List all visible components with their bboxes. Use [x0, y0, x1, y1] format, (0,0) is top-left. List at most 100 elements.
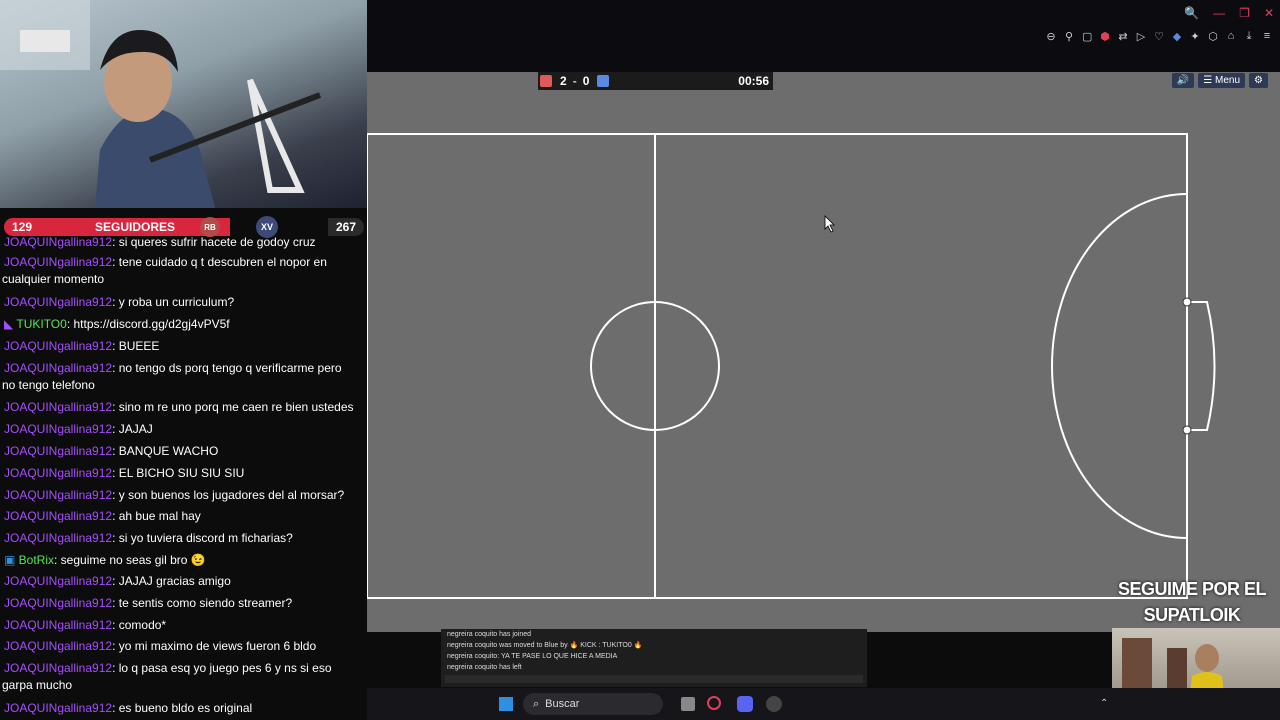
chat-message: JOAQUINgallina912: yo mi maximo de views…: [4, 638, 364, 655]
chat-username[interactable]: JOAQUINgallina912: [4, 444, 112, 458]
chat-text-continued: cualquier momento: [2, 272, 105, 286]
chat-text-continued: garpa mucho: [2, 678, 73, 692]
puzzle-icon[interactable]: ✦: [1190, 30, 1200, 43]
chat-message: JOAQUINgallina912: tene cuidado q t desc…: [2, 254, 364, 288]
zoom-out-icon[interactable]: ⊖: [1046, 30, 1056, 43]
chat-message: JOAQUINgallina912: JAJAJ gracias amigo: [4, 573, 364, 590]
tray-chevron-icon[interactable]: ⌃: [1100, 698, 1108, 709]
chat-message: JOAQUINgallina912: y roba un curriculum?: [4, 294, 364, 311]
chat-username[interactable]: JOAQUINgallina912: [4, 701, 112, 715]
chat-message: JOAQUINgallina912: sino m re uno porq me…: [4, 399, 364, 416]
more-icon[interactable]: ≡: [1262, 30, 1272, 43]
chat-username[interactable]: JOAQUINgallina912: [4, 339, 112, 353]
sound-button[interactable]: 🔊: [1171, 73, 1195, 88]
discord-icon: ◣: [4, 317, 17, 331]
chat-username[interactable]: JOAQUINgallina912: [4, 596, 112, 610]
box-icon[interactable]: ▢: [1082, 30, 1092, 43]
chat-message: JOAQUINgallina912: EL BICHO SIU SIU SIU: [4, 465, 364, 482]
match-timer: 00:56: [738, 74, 769, 88]
bot-icon: ▣: [4, 553, 19, 567]
chat-username[interactable]: BotRix: [19, 553, 54, 567]
chat-text: : tene cuidado q t descubren el nopor en: [112, 255, 327, 269]
menu-button[interactable]: ☰ Menu: [1198, 73, 1246, 88]
chat-username[interactable]: TUKITO0: [16, 317, 66, 331]
close-icon[interactable]: ✕: [1264, 6, 1274, 20]
right-goal: [1187, 301, 1216, 431]
chat-text: : comodo*: [112, 618, 167, 632]
discord-app-icon[interactable]: [737, 696, 753, 712]
settings-button[interactable]: ⚙: [1249, 73, 1268, 88]
streamer-webcam: [0, 0, 367, 208]
opera-icon[interactable]: [707, 696, 721, 710]
chat-text: : y son buenos los jugadores del al mors…: [112, 488, 345, 502]
chat-username[interactable]: JOAQUINgallina912: [4, 509, 112, 523]
minimize-icon[interactable]: —: [1213, 6, 1225, 20]
game-menu-bar: 🔊 ☰ Menu ⚙: [1171, 73, 1268, 88]
chat-username[interactable]: JOAQUINgallina912: [4, 255, 112, 269]
field-boundary: [367, 133, 1188, 599]
task-view-icon[interactable]: [681, 697, 695, 711]
soccer-field: [367, 133, 1216, 599]
play-icon[interactable]: ▷: [1136, 30, 1146, 43]
chat-username[interactable]: JOAQUINgallina912: [4, 618, 112, 632]
chat-username[interactable]: JOAQUINgallina912: [4, 422, 112, 436]
chat-input[interactable]: [445, 675, 863, 683]
chat-text: : EL BICHO SIU SIU SIU: [112, 466, 245, 480]
webcam-scene: [0, 0, 322, 208]
chat-username[interactable]: JOAQUINgallina912: [4, 488, 112, 502]
download-icon[interactable]: ⤓: [1244, 30, 1254, 43]
chat-username[interactable]: JOAQUINgallina912: [4, 400, 112, 414]
steam-icon[interactable]: [766, 696, 782, 712]
chat-text: : https://discord.gg/d2gj4vPV5f: [66, 317, 230, 331]
pin-icon[interactable]: ⚲: [1064, 30, 1074, 43]
red-score: 2: [560, 74, 567, 88]
chat-text: : no tengo ds porq tengo q verificarme p…: [112, 361, 342, 375]
chat-message: JOAQUINgallina912: BUEEE: [4, 338, 364, 355]
browser-top-bar: 🔍 — ❐ ✕ ⊖ ⚲ ▢ ⬢ ⇄ ▷ ♡ ◆ ✦ ⬡ ⌂ ⤓ ≡: [367, 0, 1280, 72]
restore-icon[interactable]: ❐: [1239, 6, 1250, 20]
chat-username[interactable]: JOAQUINgallina912: [4, 531, 112, 545]
share-icon[interactable]: ⬡: [1208, 30, 1218, 43]
chat-message: JOAQUINgallina912: ah bue mal hay: [4, 508, 364, 525]
chat-text: : si queres sufrir hacete de godoy cruz: [112, 235, 316, 249]
heart-icon[interactable]: ♡: [1154, 30, 1164, 43]
browser-toolbar: ⊖ ⚲ ▢ ⬢ ⇄ ▷ ♡ ◆ ✦ ⬡ ⌂ ⤓ ≡: [1046, 30, 1272, 43]
stream-chat: JOAQUINgallina912: si queres sufrir hace…: [0, 232, 367, 720]
chat-message: JOAQUINgallina912: no tengo ds porq teng…: [2, 360, 364, 394]
search-icon[interactable]: 🔍: [1184, 6, 1199, 20]
chat-text: : BUEEE: [112, 339, 160, 353]
profile-icon[interactable]: ⌂: [1226, 30, 1236, 43]
chat-text: : JAJAJ: [112, 422, 153, 436]
windows-start-icon[interactable]: [499, 697, 513, 711]
red-team-square: [540, 75, 552, 87]
chat-text: : sino m re uno porq me caen re bien ust…: [112, 400, 354, 414]
chat-message: JOAQUINgallina912: lo q pasa esq yo jueg…: [2, 660, 364, 694]
goal-post-top: [1182, 297, 1192, 307]
extension-icon[interactable]: ◆: [1172, 30, 1182, 43]
chat-message: JOAQUINgallina912: comodo*: [4, 617, 364, 634]
chat-username[interactable]: JOAQUINgallina912: [4, 574, 112, 588]
blue-score: 0: [582, 74, 590, 88]
chat-message: JOAQUINgallina912: si queres sufrir hace…: [4, 234, 364, 251]
chat-username[interactable]: JOAQUINgallina912: [4, 466, 112, 480]
search-box[interactable]: ⌕ Buscar: [523, 693, 663, 715]
chat-text: : es bueno bldo es original: [112, 701, 253, 715]
chat-text: : te sentis como siendo streamer?: [112, 596, 293, 610]
chat-username[interactable]: JOAQUINgallina912: [4, 235, 112, 249]
chat-message: JOAQUINgallina912: JAJAJ: [4, 421, 364, 438]
chat-username[interactable]: JOAQUINgallina912: [4, 639, 112, 653]
chat-username[interactable]: JOAQUINgallina912: [4, 661, 112, 675]
chat-username[interactable]: JOAQUINgallina912: [4, 361, 112, 375]
chat-message: JOAQUINgallina912: si yo tuviera discord…: [4, 530, 364, 547]
shield-icon[interactable]: ⬢: [1100, 30, 1110, 43]
chat-text: : BANQUE WACHO: [112, 444, 219, 458]
chat-text: : lo q pasa esq yo juego pes 6 y ns si e…: [112, 661, 332, 675]
chat-message: JOAQUINgallina912: y son buenos los juga…: [4, 487, 364, 504]
search-label: Buscar: [545, 698, 580, 710]
chat-username[interactable]: JOAQUINgallina912: [4, 295, 112, 309]
score-separator: -: [572, 74, 577, 88]
chat-message: JOAQUINgallina912: te sentis como siendo…: [4, 595, 364, 612]
log-line: negreira coquito was moved to Blue by 🔥 …: [447, 642, 643, 649]
log-line: negreira coquito has joined: [447, 631, 532, 638]
translate-icon[interactable]: ⇄: [1118, 30, 1128, 43]
